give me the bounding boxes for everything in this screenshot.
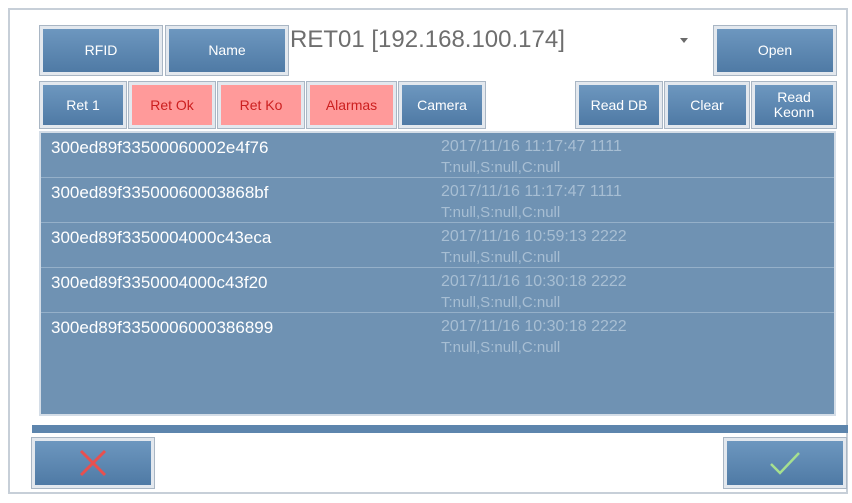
device-selector-value: RET01 [192.168.100.174] <box>290 26 565 53</box>
rfid-tag-list[interactable]: 300ed89f33500060002e4f76 2017/11/16 11:1… <box>39 131 836 416</box>
list-item[interactable]: 300ed89f33500060002e4f76 2017/11/16 11:1… <box>41 133 834 178</box>
tag-timestamp: 2017/11/16 10:30:18 2222 <box>441 318 627 335</box>
tag-info: T:null,S:null,C:null <box>441 159 561 176</box>
name-button[interactable]: Name <box>165 25 289 76</box>
list-item[interactable]: 300ed89f3350004000c43f20 2017/11/16 10:3… <box>41 268 834 313</box>
device-selector[interactable]: RET01 [192.168.100.174] <box>290 18 700 62</box>
rfid-button[interactable]: RFID <box>39 25 163 76</box>
camera-button[interactable]: Camera <box>398 81 486 129</box>
confirm-button[interactable] <box>723 437 847 489</box>
clear-button[interactable]: Clear <box>664 81 750 129</box>
ret-ko-button[interactable]: Ret Ko <box>217 81 305 129</box>
chevron-down-icon <box>680 38 688 43</box>
tag-id: 300ed89f33500060002e4f76 <box>51 138 269 157</box>
tag-id: 300ed89f3350006000386899 <box>51 318 274 337</box>
tag-id: 300ed89f33500060003868bf <box>51 183 269 202</box>
list-item[interactable]: 300ed89f33500060003868bf 2017/11/16 11:1… <box>41 178 834 223</box>
tag-id: 300ed89f3350004000c43f20 <box>51 273 268 292</box>
tag-info: T:null,S:null,C:null <box>441 339 561 356</box>
open-button[interactable]: Open <box>713 25 837 76</box>
tag-timestamp: 2017/11/16 11:17:47 1111 <box>441 183 622 200</box>
tag-info: T:null,S:null,C:null <box>441 249 561 266</box>
list-item[interactable]: 300ed89f3350006000386899 2017/11/16 10:3… <box>41 313 834 358</box>
divider <box>32 425 848 433</box>
tag-info: T:null,S:null,C:null <box>441 204 561 221</box>
tag-timestamp: 2017/11/16 10:59:13 2222 <box>441 228 627 245</box>
check-icon <box>770 452 800 475</box>
tag-id: 300ed89f3350004000c43eca <box>51 228 272 247</box>
alarmas-button[interactable]: Alarmas <box>306 81 397 129</box>
cancel-button[interactable] <box>31 437 155 489</box>
ret-ok-button[interactable]: Ret Ok <box>128 81 216 129</box>
tag-timestamp: 2017/11/16 10:30:18 2222 <box>441 273 627 290</box>
read-keonn-button[interactable]: Read Keonn <box>751 81 837 129</box>
list-item[interactable]: 300ed89f3350004000c43eca 2017/11/16 10:5… <box>41 223 834 268</box>
tag-info: T:null,S:null,C:null <box>441 294 561 311</box>
close-icon <box>79 449 107 477</box>
ret1-button[interactable]: Ret 1 <box>39 81 127 129</box>
tag-timestamp: 2017/11/16 11:17:47 1111 <box>441 138 622 155</box>
read-db-button[interactable]: Read DB <box>575 81 663 129</box>
